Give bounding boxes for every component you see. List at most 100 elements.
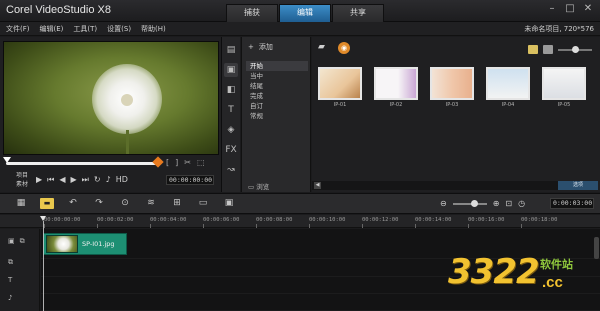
thumbnail-size-knob[interactable] <box>572 45 579 53</box>
repeat-icon[interactable]: ↻ <box>94 175 101 185</box>
thumbnail-ip05[interactable]: IP-05 <box>542 67 586 109</box>
hd-toggle[interactable]: HD <box>116 175 128 185</box>
path-icon[interactable]: ↝ <box>224 163 238 177</box>
ruler-tick <box>150 224 151 228</box>
timeline-timecode[interactable]: 0:00:03:00 <box>550 198 594 209</box>
thumbnail-ip04[interactable]: IP-04 <box>486 67 530 109</box>
maximize-icon[interactable]: □ <box>562 3 578 16</box>
playhead-line <box>43 221 44 311</box>
menu-edit[interactable]: 编辑(E) <box>40 24 64 34</box>
thumbnail-size-slider[interactable] <box>558 45 592 53</box>
graphic-icon[interactable]: ◈ <box>224 123 238 137</box>
mode-project[interactable]: 项目 <box>16 171 28 180</box>
ruler-label: 00:00:02:00 <box>97 217 134 223</box>
volume-icon[interactable]: ♪ <box>106 175 111 185</box>
multi-cam-icon[interactable]: ▣ <box>222 198 236 209</box>
browse-button[interactable]: ▭ 浏览 <box>248 181 269 191</box>
category-item-complete[interactable]: 完成 <box>246 91 308 101</box>
add-label[interactable]: 添加 <box>259 42 273 52</box>
mark-out-button[interactable]: ] <box>175 158 178 167</box>
overlay-track-icon: ⧉ <box>8 257 13 266</box>
browse-icon: ▭ <box>248 183 257 191</box>
audio-mixer-icon[interactable]: ≋ <box>144 198 158 209</box>
transport-controls: ▶ ⏮ ◀ ▶ ⏭ ↻ ♪ HD <box>36 175 128 185</box>
play-icon[interactable]: ▶ <box>36 175 42 185</box>
thumbnail-view-icon[interactable] <box>528 45 538 54</box>
ruler-tick <box>97 224 98 228</box>
globe-icon[interactable]: ◉ <box>338 42 350 54</box>
tab-edit[interactable]: 编辑 <box>279 4 331 22</box>
split-icon[interactable]: ✂ <box>184 158 191 167</box>
transition-icon[interactable]: ◧ <box>224 83 238 97</box>
ruler-tick <box>203 224 204 228</box>
media-icon[interactable]: ▤ <box>224 43 238 57</box>
clip-label: SP-I01.jpg <box>82 240 115 248</box>
menu-help[interactable]: 帮助(H) <box>141 24 166 34</box>
category-item-middle[interactable]: 当中 <box>246 71 308 81</box>
watermark-domain: .cc <box>542 274 563 291</box>
menu-tools[interactable]: 工具(T) <box>73 24 97 34</box>
folder-icon[interactable]: ▰ <box>318 42 330 52</box>
subtitle-icon[interactable]: ▭ <box>196 198 210 209</box>
thumbnail-image <box>318 67 362 100</box>
scroll-left-icon[interactable]: ◀ <box>314 182 321 189</box>
home-icon[interactable]: ⏮ <box>47 175 54 185</box>
next-frame-icon[interactable]: ▶ <box>71 175 77 185</box>
storyboard-view-icon[interactable]: ▦ <box>14 198 28 209</box>
redo-icon[interactable]: ↷ <box>92 198 106 209</box>
dandelion-stem <box>126 130 129 154</box>
plus-icon[interactable]: + <box>248 43 254 51</box>
tab-capture[interactable]: 捕获 <box>226 4 278 22</box>
thumbnail-ip02[interactable]: IP-02 <box>374 67 418 109</box>
title-icon[interactable]: T <box>224 103 238 117</box>
options-button[interactable]: 选项 <box>558 181 598 190</box>
thumbnail-grid: IP-01 IP-02 IP-03 IP-04 IP-05 <box>318 67 586 109</box>
mode-clip[interactable]: 素材 <box>16 180 28 189</box>
instant-project-icon[interactable]: ▣ <box>224 63 238 77</box>
category-item-general[interactable]: 常规 <box>246 111 308 121</box>
record-capture-icon[interactable]: ⊙ <box>118 198 132 209</box>
prev-frame-icon[interactable]: ◀ <box>59 175 65 185</box>
preview-video[interactable] <box>3 41 219 155</box>
undo-icon[interactable]: ↶ <box>66 198 80 209</box>
category-item-end[interactable]: 结尾 <box>246 81 308 91</box>
sort-icon[interactable] <box>543 45 553 54</box>
zoom-out-icon[interactable]: ⊖ <box>440 199 447 208</box>
title-track-icon: T <box>8 276 13 284</box>
library-panel: ▰ ◉ IP-01 IP-02 IP-03 IP-04 IP-05 ◀ 选项 <box>312 37 600 192</box>
ruler-label: 00:00:04:00 <box>150 217 187 223</box>
filter-icon[interactable]: FX <box>224 143 238 157</box>
expand-icon[interactable]: ⬚ <box>197 158 205 167</box>
fit-project-icon[interactable]: ⊡ <box>505 199 512 208</box>
menu-file[interactable]: 文件(F) <box>6 24 30 34</box>
motion-tracking-icon[interactable]: ⊞ <box>170 198 184 209</box>
app-title: Corel VideoStudio X8 <box>6 4 111 16</box>
timeline-view-icon[interactable]: ▬ <box>40 198 54 209</box>
close-icon[interactable]: ✕ <box>580 3 596 16</box>
trim-end-marker[interactable] <box>152 156 164 168</box>
timeline-zoom-slider[interactable] <box>452 199 487 207</box>
thumbnail-ip01[interactable]: IP-01 <box>318 67 362 109</box>
zoom-in-icon[interactable]: ⊕ <box>493 199 500 208</box>
category-panel: + 添加 开始 当中 结尾 完成 自订 常规 ▭ 浏览 <box>241 37 311 192</box>
scrub-handle[interactable] <box>3 157 11 163</box>
player-timecode[interactable]: 00:00:00:00 <box>166 175 214 185</box>
end-icon[interactable]: ⏭ <box>82 175 89 185</box>
tab-share[interactable]: 共享 <box>332 4 384 22</box>
thumbnail-ip03[interactable]: IP-03 <box>430 67 474 109</box>
menu-settings[interactable]: 设置(S) <box>107 24 131 34</box>
minimize-icon[interactable]: – <box>544 3 560 16</box>
add-category-row[interactable]: + 添加 <box>248 42 273 52</box>
category-item-custom[interactable]: 自订 <box>246 101 308 111</box>
timeline-ruler[interactable]: 00:00:00:00 00:00:02:00 00:00:04:00 00:0… <box>0 215 600 228</box>
mark-in-button[interactable]: [ <box>166 158 169 167</box>
library-scrollbar[interactable]: ◀ <box>312 181 558 190</box>
scrub-bar[interactable] <box>6 162 158 165</box>
timeline-clip[interactable]: SP-I01.jpg <box>43 233 127 255</box>
ruler-tick <box>256 224 257 228</box>
track-visibility-icon[interactable]: ▣ <box>8 237 15 245</box>
project-info: 未命名项目, 720*576 <box>524 25 594 33</box>
category-item-start[interactable]: 开始 <box>246 61 308 71</box>
window-controls: – □ ✕ <box>544 3 596 16</box>
timeline-zoom-knob[interactable] <box>470 199 478 207</box>
